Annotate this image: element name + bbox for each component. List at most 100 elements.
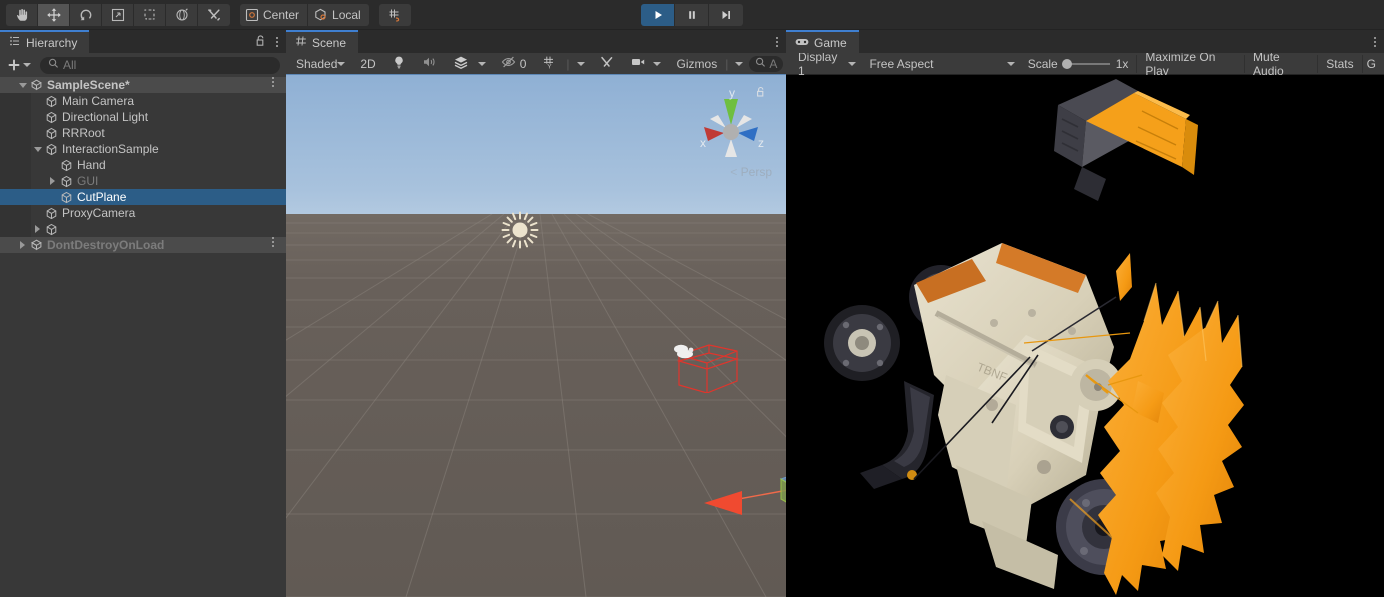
kebab-menu-icon[interactable]	[272, 237, 274, 253]
chevron-down-icon	[477, 61, 486, 66]
expander-collapse-icon[interactable]	[31, 146, 44, 152]
gameobject-icon	[44, 111, 59, 124]
game-tab-icons	[1374, 30, 1384, 53]
hierarchy-row-dontdestroyonload[interactable]: DontDestroyOnLoad	[0, 237, 286, 253]
scene-projection-label: < Persp	[730, 165, 772, 179]
hierarchy-row-label: DontDestroyOnLoad	[47, 238, 165, 252]
chevron-down-icon	[337, 61, 346, 66]
chevron-down-icon	[1006, 61, 1015, 66]
stats-button[interactable]: Stats	[1318, 54, 1363, 73]
scene-lighting-button[interactable]	[387, 55, 411, 73]
gizmos-button[interactable]: Gizmos	[672, 55, 723, 73]
hand-tool-button[interactable]	[6, 3, 38, 26]
hierarchy-search-input[interactable]: All	[40, 56, 280, 74]
add-gameobject-button[interactable]	[5, 58, 33, 72]
move-gizmo[interactable]	[686, 405, 786, 575]
hierarchy-row-gui[interactable]: GUI	[0, 173, 286, 189]
hierarchy-row-rrroot[interactable]: RRRoot	[0, 125, 286, 141]
pause-button[interactable]	[675, 3, 709, 26]
expander-expand-icon[interactable]	[16, 241, 29, 249]
expander-expand-icon[interactable]	[31, 225, 44, 233]
hidden-objects-button[interactable]: 0	[496, 55, 532, 73]
hierarchy-row-label: ProxyCamera	[62, 206, 136, 220]
engine-model-render: TBNF	[824, 79, 1244, 595]
grid-dropdown[interactable]: |	[563, 55, 587, 73]
lock-open-icon[interactable]	[255, 34, 267, 50]
hierarchy-row-maincamera[interactable]: Main Camera	[0, 93, 286, 109]
kebab-menu-icon[interactable]	[272, 77, 274, 93]
display-dropdown[interactable]: Display 1	[790, 50, 861, 78]
hierarchy-row-cutplane[interactable]: CutPlane	[0, 189, 286, 205]
gizmos-dropdown[interactable]: |	[722, 55, 746, 73]
hierarchy-icon	[9, 35, 21, 50]
game-viewport[interactable]: TBNF	[786, 75, 1384, 597]
2d-label: 2D	[360, 56, 376, 71]
hierarchy-row-label: GUI	[77, 174, 99, 188]
tab-game[interactable]: Game	[786, 30, 859, 53]
sun-icon[interactable]	[500, 210, 540, 250]
grid-snap-button[interactable]	[378, 3, 411, 26]
pivot-group: Center Local	[240, 3, 369, 26]
rotate-tool-button[interactable]	[70, 3, 102, 26]
transform-tools-group	[6, 3, 230, 26]
play-button[interactable]	[641, 3, 675, 26]
scene-audio-button[interactable]	[417, 55, 442, 73]
scale-slider-knob[interactable]	[1061, 58, 1072, 69]
step-button[interactable]	[709, 3, 743, 26]
move-tool-button[interactable]	[38, 3, 70, 26]
hierarchy-row-samplescene[interactable]: SampleScene*	[0, 77, 286, 93]
kebab-menu-icon[interactable]	[1374, 36, 1376, 47]
custom-tool-button[interactable]	[198, 3, 230, 26]
gizmo-axis-x: x	[700, 136, 706, 150]
aspect-dropdown[interactable]: Free Aspect	[861, 55, 1019, 73]
proxycamera-gizmo[interactable]	[672, 341, 698, 361]
scene-search-input[interactable]: A	[749, 55, 784, 72]
scene-fx-dropdown[interactable]	[474, 55, 490, 73]
scene-panel: Scene Shaded 2D 0 Y | Gizmos | A y x z <…	[286, 30, 786, 597]
tab-hierarchy-label: Hierarchy	[26, 35, 78, 50]
kebab-menu-icon[interactable]	[776, 36, 778, 47]
hierarchy-row-interactionsample[interactable]: InteractionSample	[0, 141, 286, 157]
expander-expand-icon[interactable]	[46, 177, 59, 185]
pivot-rotation-button[interactable]: Local	[308, 3, 369, 26]
game-gizmos-button[interactable]: G	[1363, 55, 1380, 73]
grid-visibility-button[interactable]: Y	[537, 55, 563, 73]
mute-audio-label: Mute Audio	[1253, 49, 1284, 78]
hierarchy-row-hand[interactable]: Hand	[0, 157, 286, 173]
camera-icon	[631, 56, 647, 71]
lock-open-icon	[757, 86, 764, 97]
scale-slider[interactable]: Scale 1x	[1020, 55, 1137, 73]
hierarchy-row-unnamed[interactable]	[0, 221, 286, 237]
2d-toggle-button[interactable]: 2D	[355, 55, 380, 73]
tab-hierarchy[interactable]: Hierarchy	[0, 30, 90, 53]
maximize-on-play-button[interactable]: Maximize On Play	[1136, 50, 1246, 78]
tab-game-label: Game	[814, 35, 847, 50]
scene-fx-button[interactable]	[448, 55, 474, 73]
unity-editor-window: Center Local Hierarchy All SampleScene* …	[0, 0, 1384, 597]
pivot-mode-button[interactable]: Center	[240, 3, 309, 26]
transform-tool-button[interactable]	[166, 3, 198, 26]
game-view-toolbar: Display 1 Free Aspect Scale 1x Maximize …	[786, 50, 1384, 78]
hierarchy-tab-icons	[255, 30, 286, 53]
expander-collapse-icon[interactable]	[16, 82, 29, 88]
mute-audio-button[interactable]: Mute Audio	[1245, 50, 1319, 78]
tab-scene-label: Scene	[312, 35, 347, 50]
scene-tools-button[interactable]	[594, 55, 620, 73]
eye-slash-icon	[501, 55, 517, 72]
scene-icon	[29, 79, 44, 92]
stats-label: Stats	[1326, 56, 1354, 71]
scale-slider-track[interactable]	[1061, 58, 1110, 69]
tab-scene[interactable]: Scene	[286, 30, 359, 53]
kebab-menu-icon[interactable]	[276, 36, 278, 47]
scene-search-placeholder: A	[769, 56, 778, 71]
search-icon	[48, 58, 59, 72]
hierarchy-row-proxycamera[interactable]: ProxyCamera	[0, 205, 286, 221]
rect-transform-tool-button[interactable]	[134, 3, 166, 26]
game-tab-row: Game	[786, 30, 1384, 53]
hierarchy-row-directionallight[interactable]: Directional Light	[0, 109, 286, 125]
scale-tool-button[interactable]	[102, 3, 134, 26]
hierarchy-tab-row: Hierarchy	[0, 30, 286, 53]
scene-viewport[interactable]: y x z < Persp	[286, 75, 786, 597]
scene-camera-button[interactable]	[626, 55, 666, 73]
draw-mode-dropdown[interactable]: Shaded	[290, 54, 350, 73]
